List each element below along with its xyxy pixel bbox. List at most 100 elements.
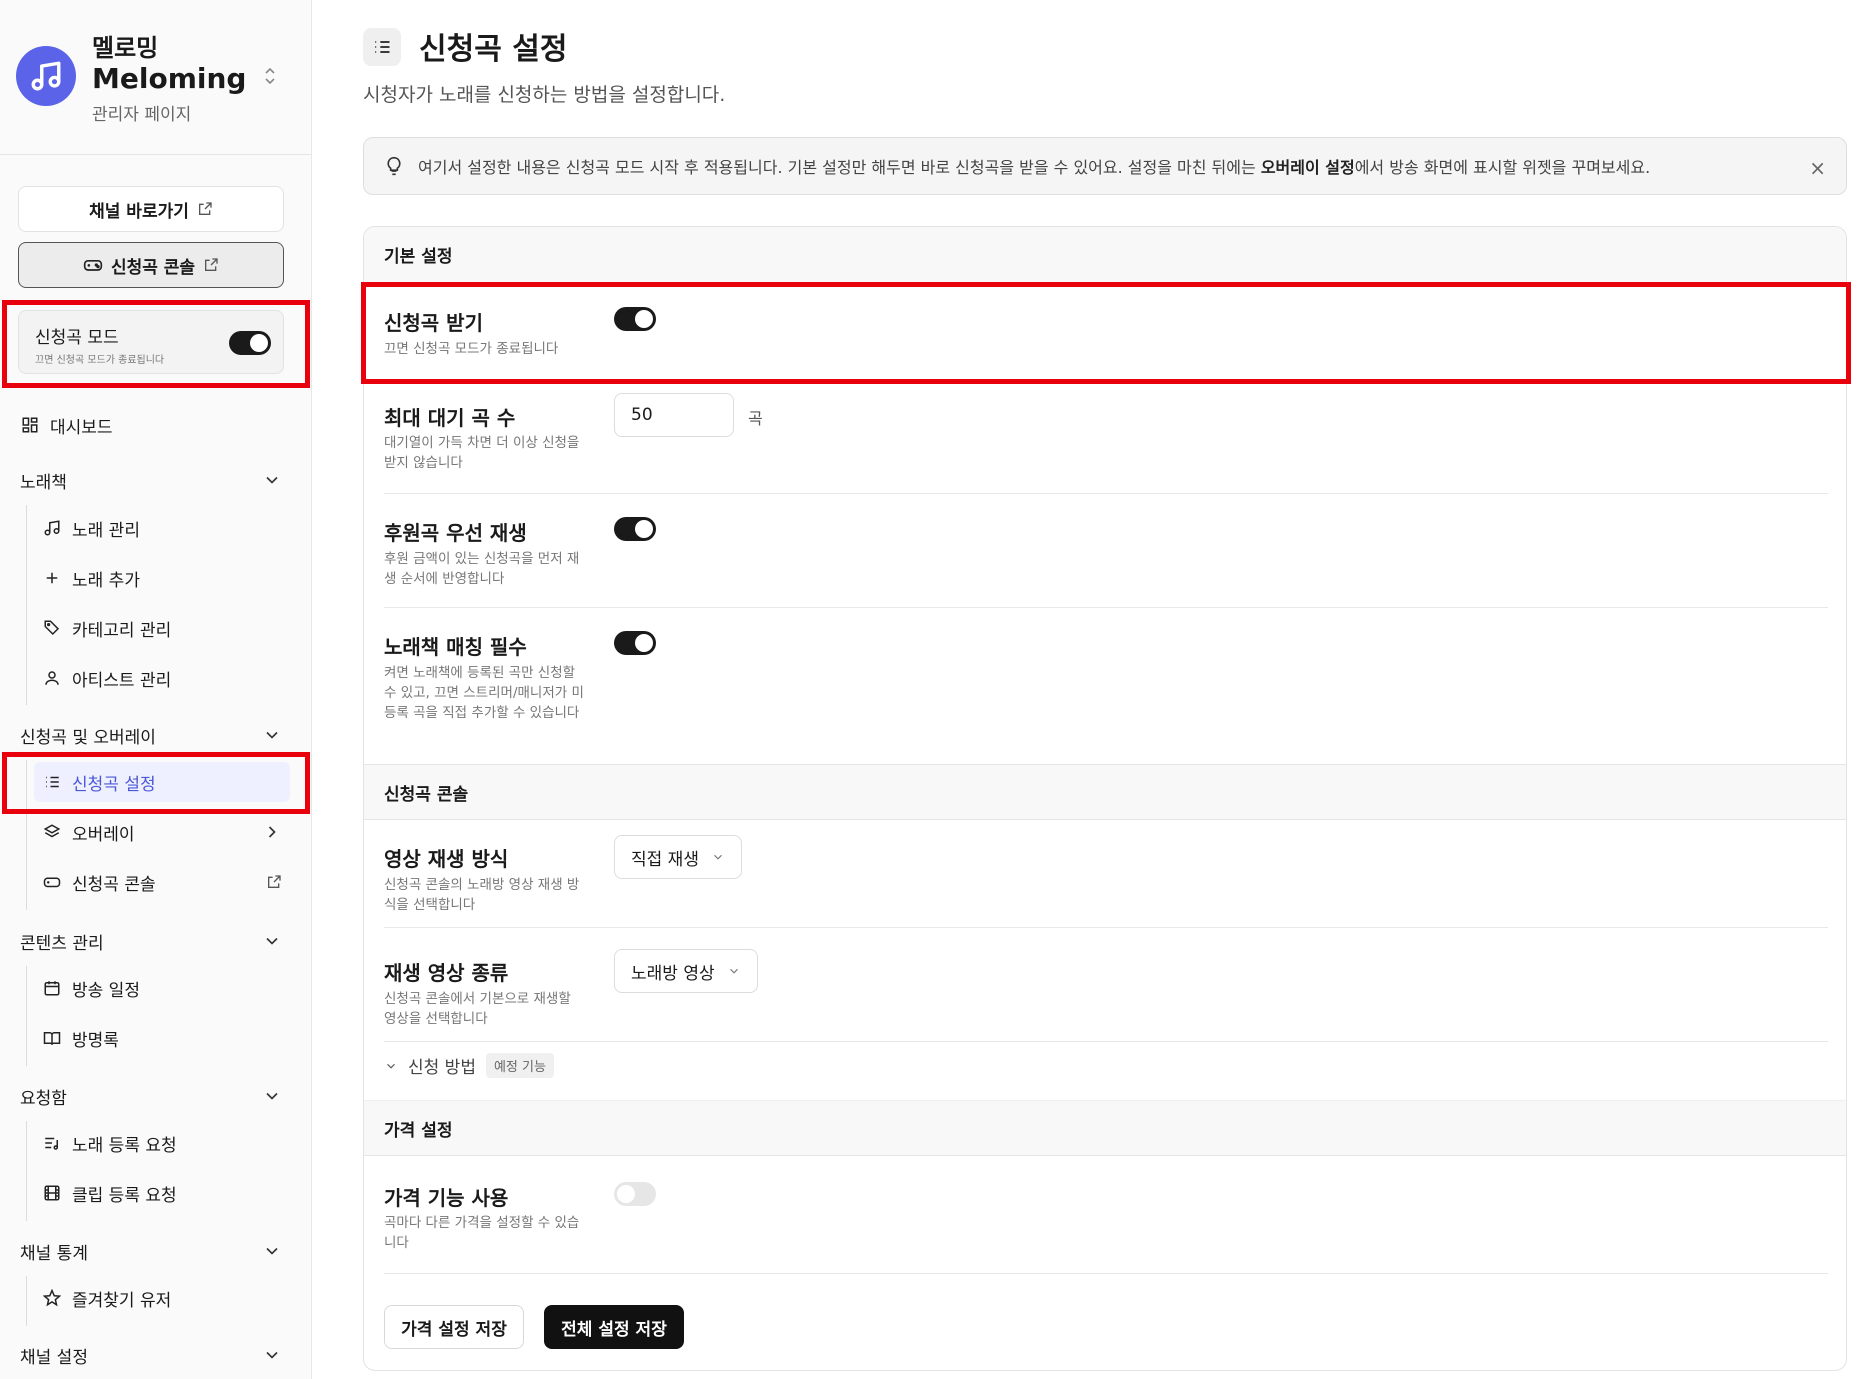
max-queue-desc: 대기열이 가득 차면 더 이상 신청을 받지 않습니다 [384, 435, 580, 471]
lightbulb-icon [387, 156, 401, 176]
chevron-down-icon [266, 1092, 278, 1100]
nav-item-label: 오버레이 [72, 824, 135, 845]
video-type-select[interactable]: 노래방 영상 [614, 949, 758, 993]
nav-group-label: 노래책 [20, 472, 67, 493]
nav-song-register-request[interactable]: 노래 등록 요청 [0, 1123, 312, 1163]
tag-icon [42, 618, 62, 638]
nav-dashboard-label: 대시보드 [50, 417, 113, 438]
settings-card: 기본 설정 신청곡 받기 끄면 신청곡 모드가 종료됩니다 최대 대기 곡 수 … [363, 226, 1847, 1371]
info-notice: 여기서 설정한 내용은 신청곡 모드 시작 후 적용됩니다. 기본 설정만 해두… [363, 137, 1847, 195]
donation-first-toggle[interactable] [614, 517, 656, 541]
video-type-label: 재생 영상 종류 [384, 961, 509, 985]
film-icon [42, 1183, 62, 1203]
nav-item-label: 노래 관리 [72, 520, 140, 541]
save-price-button[interactable]: 가격 설정 저장 [384, 1305, 524, 1349]
nav-dashboard[interactable]: 대시보드 [0, 405, 312, 445]
brand-name-en: Meloming [92, 62, 247, 95]
gamepad-icon [83, 260, 103, 271]
section-console: 신청곡 콘솔 [364, 764, 1846, 820]
external-link-icon [268, 875, 281, 888]
nav-group-songbook[interactable]: 노래책 [0, 460, 312, 500]
nav-overlay[interactable]: 오버레이 [0, 812, 312, 852]
play-mode-select[interactable]: 직접 재생 [614, 835, 742, 879]
console-button-label: 신청곡 콘솔 [110, 257, 196, 278]
nav-guestbook[interactable]: 방명록 [0, 1018, 312, 1058]
nav-category-manage[interactable]: 카테고리 관리 [0, 608, 312, 648]
donation-first-desc: 후원 금액이 있는 신청곡을 먼저 재생 순서에 반영합니다 [384, 551, 580, 587]
request-method-toggle[interactable]: 신청 방법 예정 기능 [384, 1053, 554, 1078]
music-note-icon [42, 518, 62, 538]
gamepad-icon [42, 872, 62, 892]
section-price: 가격 설정 [364, 1100, 1846, 1156]
nav-group-label: 신청곡 및 오버레이 [20, 727, 156, 748]
max-queue-input[interactable]: 50 [614, 393, 734, 437]
chevron-updown-icon[interactable] [262, 66, 278, 86]
nav-group-channel-settings[interactable]: 채널 설정 [0, 1335, 312, 1375]
request-mode-toggle[interactable] [229, 331, 271, 355]
brand-name-ko: 멜로밍 [92, 34, 159, 62]
chevron-down-icon [266, 476, 278, 484]
brand-header[interactable]: 멜로밍 Meloming 관리자 페이지 [0, 0, 312, 155]
nav-item-label: 신청곡 설정 [72, 774, 156, 795]
chevron-down-icon [266, 731, 278, 739]
nav-favorite-users[interactable]: 즐겨찾기 유저 [0, 1278, 312, 1318]
nav-group-label: 콘텐츠 관리 [20, 933, 104, 954]
receive-desc: 끄면 신청곡 모드가 종료됩니다 [384, 341, 559, 357]
nav-songs-manage[interactable]: 노래 관리 [0, 508, 312, 548]
calendar-icon [42, 978, 62, 998]
nav-group-content[interactable]: 콘텐츠 관리 [0, 921, 312, 961]
request-mode-card: 신청곡 모드 끄면 신청곡 모드가 종료됩니다 [18, 310, 284, 374]
page-description: 시청자가 노래를 신청하는 방법을 설정합니다. [363, 84, 726, 106]
section-basic: 기본 설정 [364, 227, 1846, 283]
nav-clip-register-request[interactable]: 클립 등록 요청 [0, 1173, 312, 1213]
list-music-icon [42, 1133, 62, 1153]
max-queue-label: 최대 대기 곡 수 [384, 406, 516, 430]
channel-link-button[interactable]: 채널 바로가기 [18, 186, 284, 232]
request-mode-sub: 끄면 신청곡 모드가 종료됩니다 [35, 355, 165, 366]
chevron-right-icon [268, 826, 276, 838]
request-mode-label: 신청곡 모드 [35, 328, 119, 348]
save-all-button[interactable]: 전체 설정 저장 [544, 1305, 684, 1349]
receive-label: 신청곡 받기 [384, 311, 483, 335]
nav-item-label: 노래 추가 [72, 570, 140, 591]
donation-first-label: 후원곡 우선 재생 [384, 521, 527, 545]
request-method-label: 신청 방법 [408, 1058, 476, 1078]
music-note-logo-icon [16, 46, 76, 106]
nav-songs-add[interactable]: 노래 추가 [0, 558, 312, 598]
nav-group-request-overlay[interactable]: 신청곡 및 오버레이 [0, 715, 312, 755]
chevron-down-icon [729, 968, 738, 974]
nav-group-stats[interactable]: 채널 통계 [0, 1231, 312, 1271]
play-mode-desc: 신청곡 콘솔의 노래방 영상 재생 방식을 선택합니다 [384, 877, 580, 913]
video-type-desc: 신청곡 콘솔에서 기본으로 재생할 영상을 선택합니다 [384, 991, 571, 1027]
sidebar: 멜로밍 Meloming 관리자 페이지 채널 바로가기 신청곡 콘솔 신청곡 … [0, 0, 312, 1379]
upcoming-badge: 예정 기능 [485, 1053, 554, 1078]
nav-item-label: 카테고리 관리 [72, 620, 172, 641]
list-ordered-icon [363, 28, 401, 66]
channel-link-label: 채널 바로가기 [89, 201, 189, 222]
brand-subtitle: 관리자 페이지 [92, 105, 192, 125]
receive-toggle[interactable] [614, 307, 656, 331]
nav-request-settings[interactable]: 신청곡 설정 [34, 762, 290, 802]
console-button[interactable]: 신청곡 콘솔 [18, 242, 284, 288]
nav-artist-manage[interactable]: 아티스트 관리 [0, 658, 312, 698]
play-mode-value: 직접 재생 [631, 849, 699, 870]
nav-request-console[interactable]: 신청곡 콘솔 [0, 862, 312, 902]
nav-group-label: 채널 통계 [20, 1243, 88, 1264]
close-icon[interactable]: × [1809, 156, 1826, 180]
page-title: 신청곡 설정 [419, 32, 568, 67]
nav-group-label: 요청함 [20, 1088, 67, 1109]
chevron-down-icon [714, 854, 722, 860]
nav-schedule[interactable]: 방송 일정 [0, 968, 312, 1008]
video-type-value: 노래방 영상 [631, 963, 715, 984]
layers-icon [42, 822, 62, 842]
songbook-match-toggle[interactable] [614, 631, 656, 655]
nav-group-requests[interactable]: 요청함 [0, 1076, 312, 1116]
nav-item-label: 즐겨찾기 유저 [72, 1290, 172, 1311]
songbook-match-label: 노래책 매칭 필수 [384, 635, 527, 659]
price-use-desc: 곡마다 다른 가격을 설정할 수 있습니다 [384, 1215, 580, 1251]
play-mode-label: 영상 재생 방식 [384, 847, 509, 871]
nav-item-label: 노래 등록 요청 [72, 1135, 177, 1156]
external-link-icon [205, 258, 218, 271]
price-use-toggle[interactable] [614, 1182, 656, 1206]
nav-item-label: 방송 일정 [72, 980, 140, 1001]
